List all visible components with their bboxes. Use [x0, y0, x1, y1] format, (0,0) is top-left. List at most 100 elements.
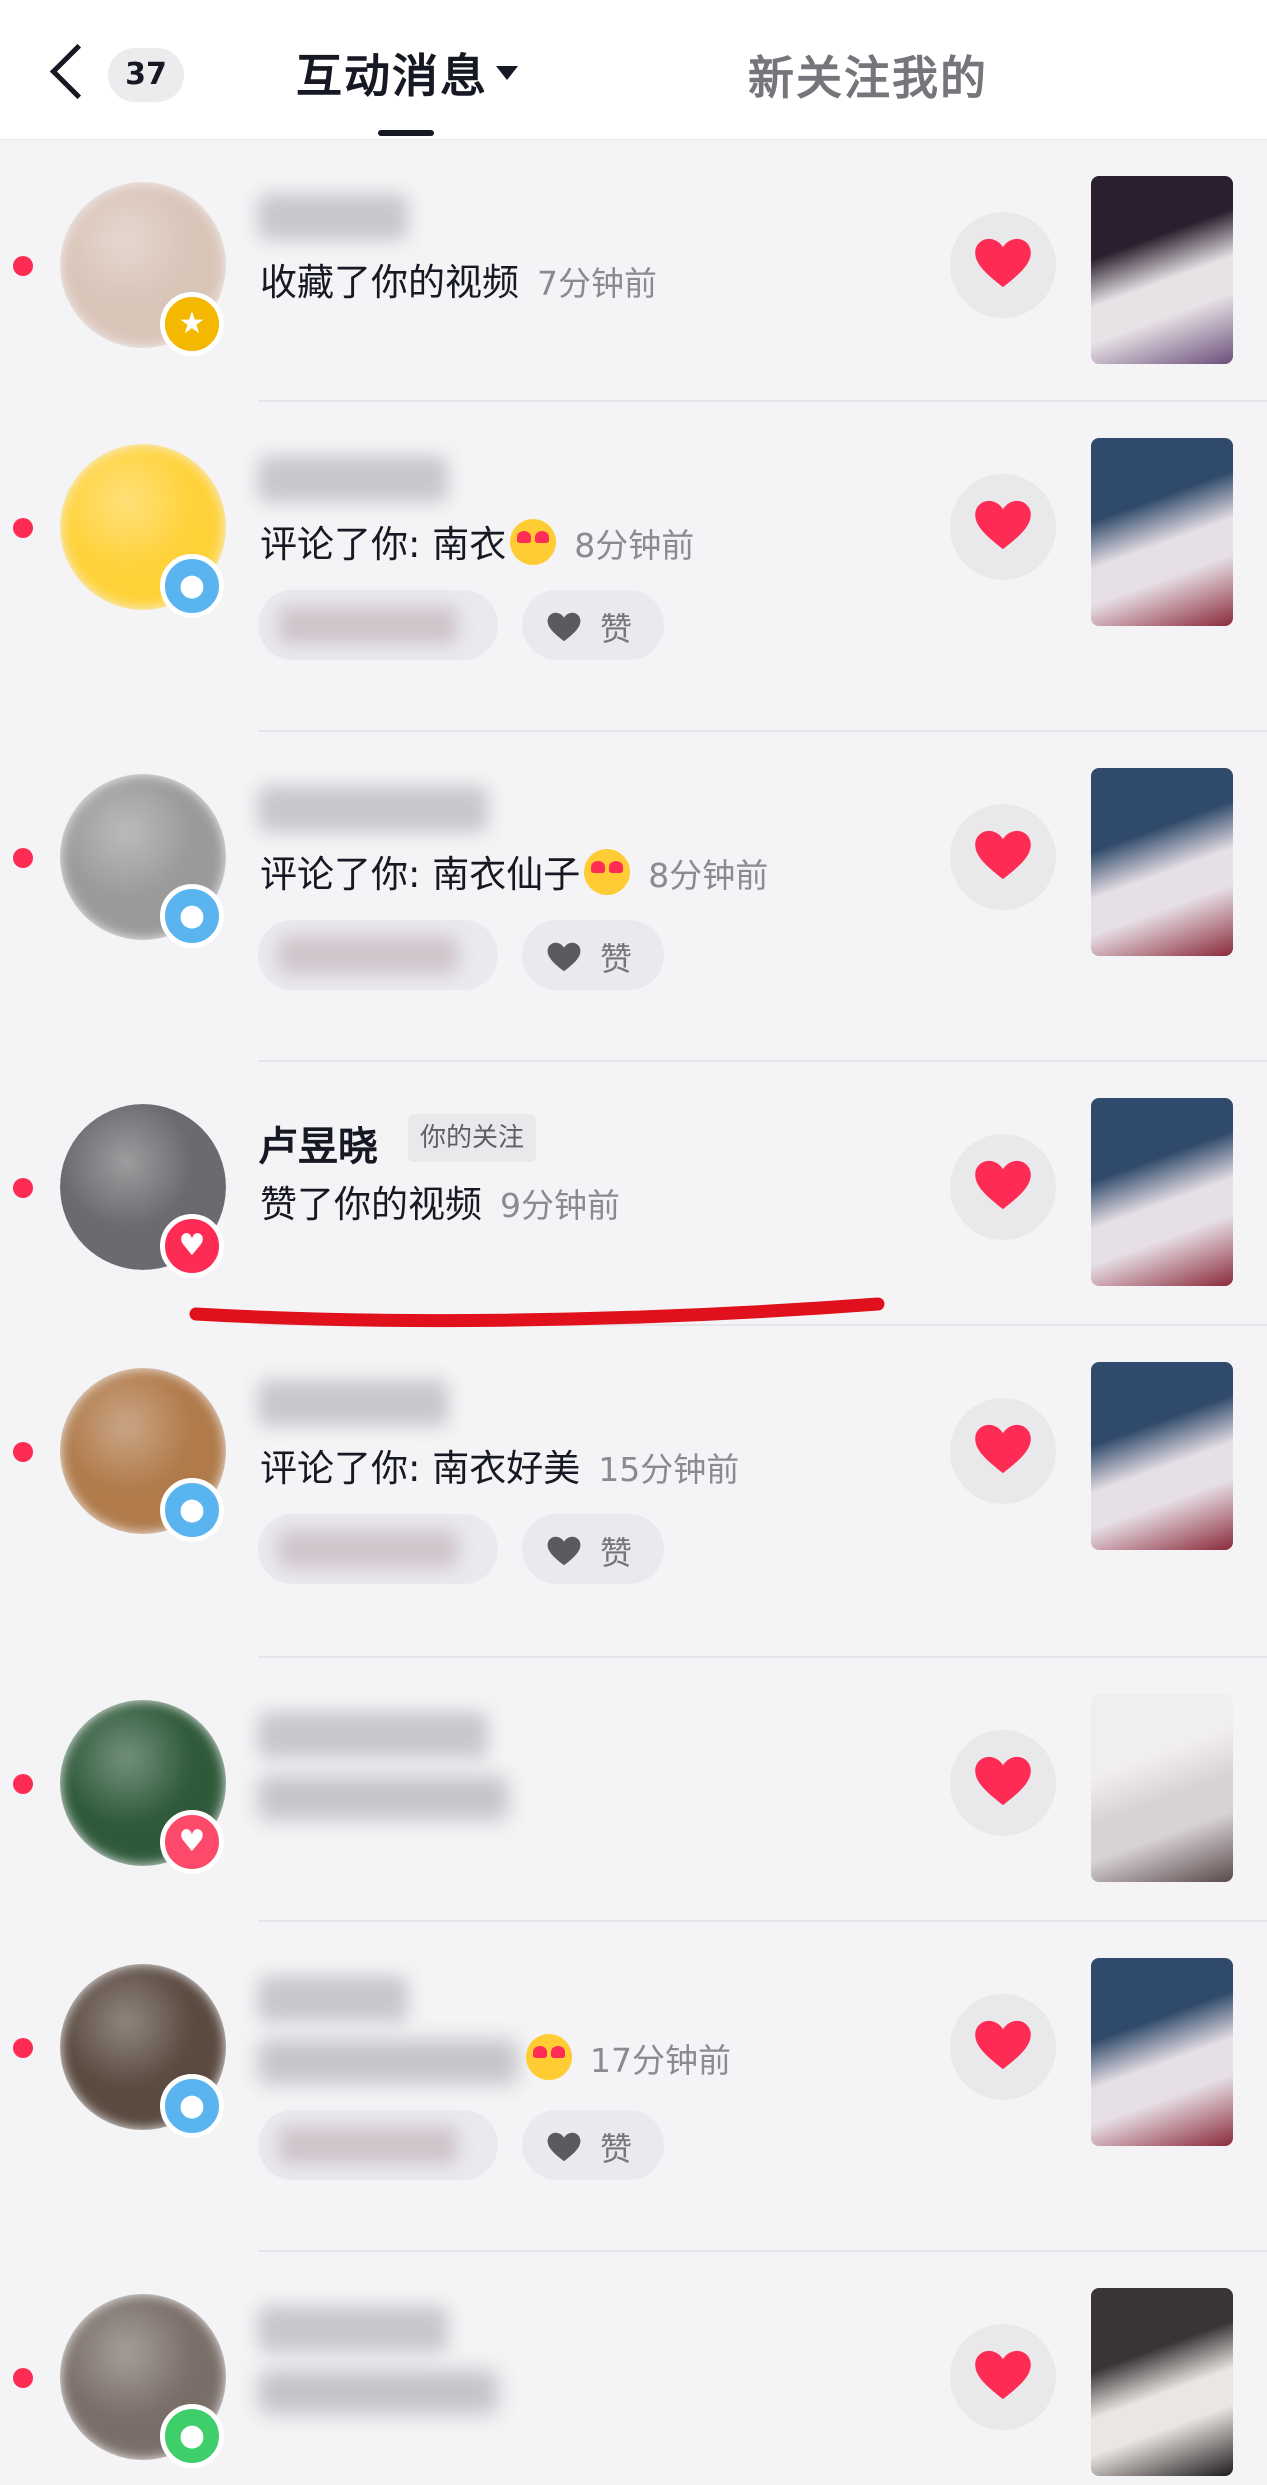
like-comment-button[interactable]: 赞: [522, 1514, 664, 1584]
action-line: 评论了你: 南衣好美 15分钟前: [260, 1438, 739, 1492]
heart-outline-icon: [544, 612, 584, 642]
action-text: 评论了你: 南衣仙子: [260, 853, 581, 896]
username-blurred[interactable]: [258, 786, 488, 832]
action-line: 17分钟前: [522, 2034, 731, 2082]
action-text-blurred: [258, 1776, 508, 1820]
timestamp: 9分钟前: [500, 1186, 620, 1225]
like-back-button[interactable]: [950, 1730, 1056, 1836]
action-text-blurred: [258, 2040, 518, 2084]
heart-icon: [974, 2019, 1032, 2075]
heart-icon: [974, 1159, 1032, 1215]
tab-interactions[interactable]: 互动消息: [296, 40, 488, 106]
like-back-button[interactable]: [950, 1994, 1056, 2100]
like-back-button[interactable]: [950, 1398, 1056, 1504]
username-blurred[interactable]: [258, 1712, 488, 1758]
back-arrow-icon[interactable]: [42, 38, 92, 108]
heart-outline-icon: [544, 1536, 584, 1566]
red-underline-mark: [189, 1297, 885, 1328]
reply-button[interactable]: [258, 590, 498, 660]
video-thumbnail[interactable]: [1091, 1098, 1233, 1286]
activity-badge-icon: ♥: [160, 1214, 224, 1278]
like-comment-button[interactable]: 赞: [522, 590, 664, 660]
like-comment-button[interactable]: 赞: [522, 920, 664, 990]
unread-dot: [13, 256, 33, 276]
like-label: 赞: [600, 1534, 633, 1572]
video-thumbnail[interactable]: [1091, 438, 1233, 626]
timestamp: 17分钟前: [590, 2041, 731, 2080]
heart-icon: [974, 1423, 1032, 1479]
like-back-button[interactable]: [950, 2324, 1056, 2430]
action-text-blurred: [258, 2370, 498, 2414]
message-row[interactable]: ● 评论了你: 南衣 8分钟前赞: [0, 402, 1267, 732]
reply-button[interactable]: [258, 2110, 498, 2180]
message-row[interactable]: ● 评论了你: 南衣仙子 8分钟前赞: [0, 732, 1267, 1062]
heart-outline-icon: [544, 942, 584, 972]
like-label: 赞: [600, 940, 633, 978]
activity-badge-icon: ♥: [160, 1810, 224, 1874]
heart-icon: [974, 237, 1032, 293]
username-blurred[interactable]: [258, 456, 448, 502]
like-label: 赞: [600, 2130, 633, 2168]
username-blurred[interactable]: [258, 194, 408, 240]
tab-new-followers[interactable]: 新关注我的: [748, 42, 988, 108]
activity-badge-icon: ●: [160, 2074, 224, 2138]
unread-dot: [13, 2368, 33, 2388]
like-back-button[interactable]: [950, 474, 1056, 580]
video-thumbnail[interactable]: [1091, 1362, 1233, 1550]
username-blurred[interactable]: [258, 1976, 408, 2022]
unread-dot: [13, 848, 33, 868]
following-tag: 你的关注: [408, 1114, 537, 1162]
active-tab-indicator: [378, 130, 434, 136]
message-row[interactable]: ♥ 卢昱晓 你的关注 赞了你的视频 9分钟前: [0, 1062, 1267, 1326]
like-back-button[interactable]: [950, 1134, 1056, 1240]
username[interactable]: 卢昱晓: [258, 1114, 378, 1172]
timestamp: 7分钟前: [537, 264, 657, 303]
top-bar: 37 互动消息 新关注我的: [0, 0, 1267, 140]
unread-dot: [13, 1774, 33, 1794]
activity-badge-icon: ●: [160, 554, 224, 618]
emoji-icon: [510, 519, 557, 565]
username-blurred[interactable]: [258, 1380, 448, 1426]
action-text: 评论了你: 南衣: [260, 523, 507, 566]
heart-icon: [974, 829, 1032, 885]
heart-outline-icon: [544, 2132, 584, 2162]
unread-dot: [13, 518, 33, 538]
message-row[interactable]: ●: [0, 2252, 1267, 2485]
reply-button[interactable]: [258, 1514, 498, 1584]
timestamp: 8分钟前: [574, 526, 695, 565]
emoji-icon: [526, 2034, 572, 2080]
unread-dot: [13, 1442, 33, 1462]
action-line: 赞了你的视频 9分钟前: [260, 1174, 620, 1228]
message-row[interactable]: ★ 收藏了你的视频 7分钟前: [0, 140, 1267, 402]
heart-icon: [974, 499, 1032, 555]
username-blurred[interactable]: [258, 2306, 448, 2352]
action-line: 评论了你: 南衣 8分钟前: [260, 514, 694, 568]
like-label: 赞: [600, 610, 633, 648]
heart-icon: [974, 1755, 1032, 1811]
unread-dot: [13, 2038, 33, 2058]
activity-badge-icon: ●: [160, 1478, 224, 1542]
caret-down-icon[interactable]: [496, 66, 518, 80]
emoji-icon: [584, 849, 631, 895]
like-comment-button[interactable]: 赞: [522, 2110, 664, 2180]
reply-button[interactable]: [258, 920, 498, 990]
activity-badge-icon: ★: [160, 292, 224, 356]
action-line: 评论了你: 南衣仙子 8分钟前: [260, 844, 768, 898]
video-thumbnail[interactable]: [1091, 176, 1233, 364]
video-thumbnail[interactable]: [1091, 1958, 1233, 2146]
activity-badge-icon: ●: [160, 2404, 224, 2468]
action-text: 收藏了你的视频: [260, 261, 519, 304]
unread-dot: [13, 1178, 33, 1198]
message-row[interactable]: ● 17分钟前赞: [0, 1922, 1267, 2252]
heart-icon: [974, 2349, 1032, 2405]
unread-count-badge: 37: [108, 48, 184, 102]
video-thumbnail[interactable]: [1091, 2288, 1233, 2476]
like-back-button[interactable]: [950, 212, 1056, 318]
video-thumbnail[interactable]: [1091, 1694, 1233, 1882]
video-thumbnail[interactable]: [1091, 768, 1233, 956]
name-line: 卢昱晓 你的关注: [0, 1114, 700, 1170]
like-back-button[interactable]: [950, 804, 1056, 910]
activity-badge-icon: ●: [160, 884, 224, 948]
message-row[interactable]: ♥: [0, 1658, 1267, 1922]
message-row[interactable]: ● 评论了你: 南衣好美 15分钟前赞: [0, 1326, 1267, 1658]
